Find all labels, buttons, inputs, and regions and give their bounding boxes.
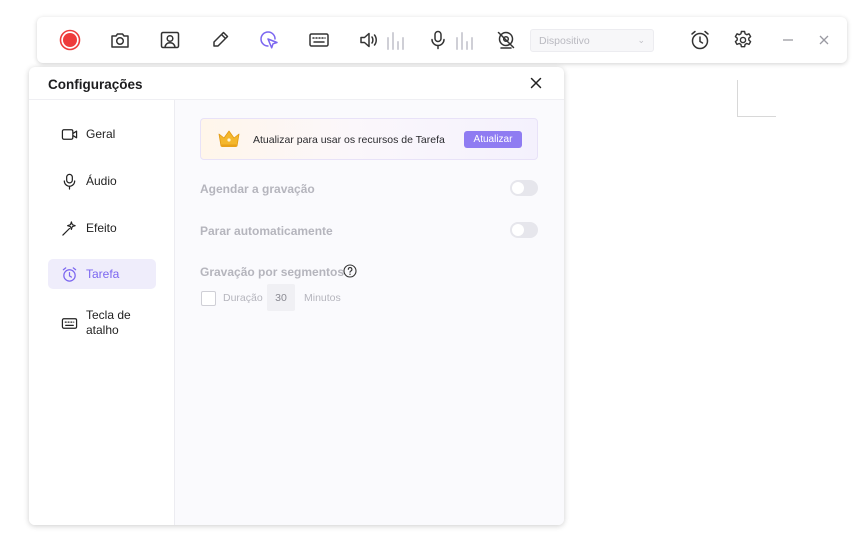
video-camera-icon [61, 128, 78, 140]
settings-sidebar: Geral Áudio Efeito Tarefa Tecla de atalh… [29, 100, 175, 525]
duration-input[interactable]: 30 [267, 284, 295, 311]
record-icon [59, 29, 81, 51]
chevron-down-icon: ⌄ [637, 35, 645, 45]
camera-icon [111, 33, 129, 48]
webcam-button[interactable] [158, 28, 182, 52]
auto-stop-label: Parar automaticamente [200, 224, 333, 238]
device-select[interactable]: Dispositivo ⌄ [530, 29, 654, 52]
microphone-icon [431, 30, 445, 50]
schedule-recording-toggle[interactable] [510, 180, 538, 196]
duration-label: Duração [223, 292, 263, 304]
camera-off-icon [497, 31, 515, 49]
keyboard-icon [61, 317, 78, 329]
speaker-level-meter [387, 32, 405, 50]
close-icon [819, 35, 829, 45]
sidebar-item-geral[interactable]: Geral [48, 119, 156, 149]
sidebar-item-tarefa[interactable]: Tarefa [48, 259, 156, 289]
settings-dialog: Configurações Geral Áudio Efeito Tarefa … [29, 67, 564, 525]
mic-level-meter [456, 32, 474, 50]
sidebar-item-efeito[interactable]: Efeito [48, 213, 156, 243]
crown-icon [218, 130, 240, 147]
help-icon[interactable] [343, 264, 357, 278]
sidebar-item-tecla-de-atalho[interactable]: Tecla de atalho [48, 303, 156, 343]
cursor-click-icon [260, 31, 278, 49]
system-audio-button[interactable] [357, 28, 381, 52]
annotate-button[interactable] [208, 28, 232, 52]
close-app-button[interactable] [812, 28, 836, 52]
sidebar-item-audio[interactable]: Áudio [48, 166, 156, 196]
sidebar-item-label: Efeito [86, 221, 117, 235]
cursor-effect-button[interactable] [257, 28, 281, 52]
settings-button[interactable] [731, 28, 755, 52]
minimize-button[interactable] [776, 28, 800, 52]
webcam-icon [160, 31, 180, 49]
minimize-icon [783, 39, 793, 41]
schedule-button[interactable] [688, 28, 712, 52]
keyboard-button[interactable] [307, 28, 331, 52]
dialog-header: Configurações [29, 67, 564, 100]
close-dialog-icon[interactable] [528, 75, 544, 91]
microphone-icon [63, 173, 76, 190]
alarm-clock-icon [691, 30, 709, 50]
sidebar-item-label: Tarefa [86, 267, 120, 281]
screenshot-button[interactable] [108, 28, 132, 52]
upgrade-button[interactable]: Atualizar [464, 131, 522, 148]
auto-stop-toggle[interactable] [510, 222, 538, 238]
dialog-title: Configurações [48, 77, 143, 92]
recorder-toolbar: Dispositivo ⌄ [37, 17, 847, 63]
segment-recording-label: Gravação por segmentos [200, 265, 345, 279]
sidebar-item-label: Tecla de atalho [86, 308, 131, 337]
record-button[interactable] [58, 28, 82, 52]
device-select-value: Dispositivo [539, 34, 590, 47]
magic-wand-icon [62, 220, 76, 236]
region-corner-marker [737, 80, 776, 117]
tarefa-panel: Atualizar para usar os recursos de Taref… [175, 100, 564, 525]
speaker-icon [360, 32, 377, 48]
sidebar-item-label: Geral [86, 127, 116, 141]
keyboard-icon [309, 33, 329, 47]
webcam-disabled-button[interactable] [494, 28, 518, 52]
gear-icon [734, 30, 752, 48]
upgrade-banner-text: Atualizar para usar os recursos de Taref… [253, 134, 445, 146]
alarm-clock-icon [62, 266, 77, 282]
schedule-recording-label: Agendar a gravação [200, 182, 315, 196]
duration-unit-label: Minutos [304, 292, 341, 304]
pencil-icon [213, 31, 229, 47]
sidebar-item-label: Áudio [86, 174, 117, 188]
duration-checkbox[interactable] [201, 291, 216, 306]
upgrade-banner: Atualizar para usar os recursos de Taref… [200, 118, 538, 160]
microphone-button[interactable] [426, 28, 450, 52]
